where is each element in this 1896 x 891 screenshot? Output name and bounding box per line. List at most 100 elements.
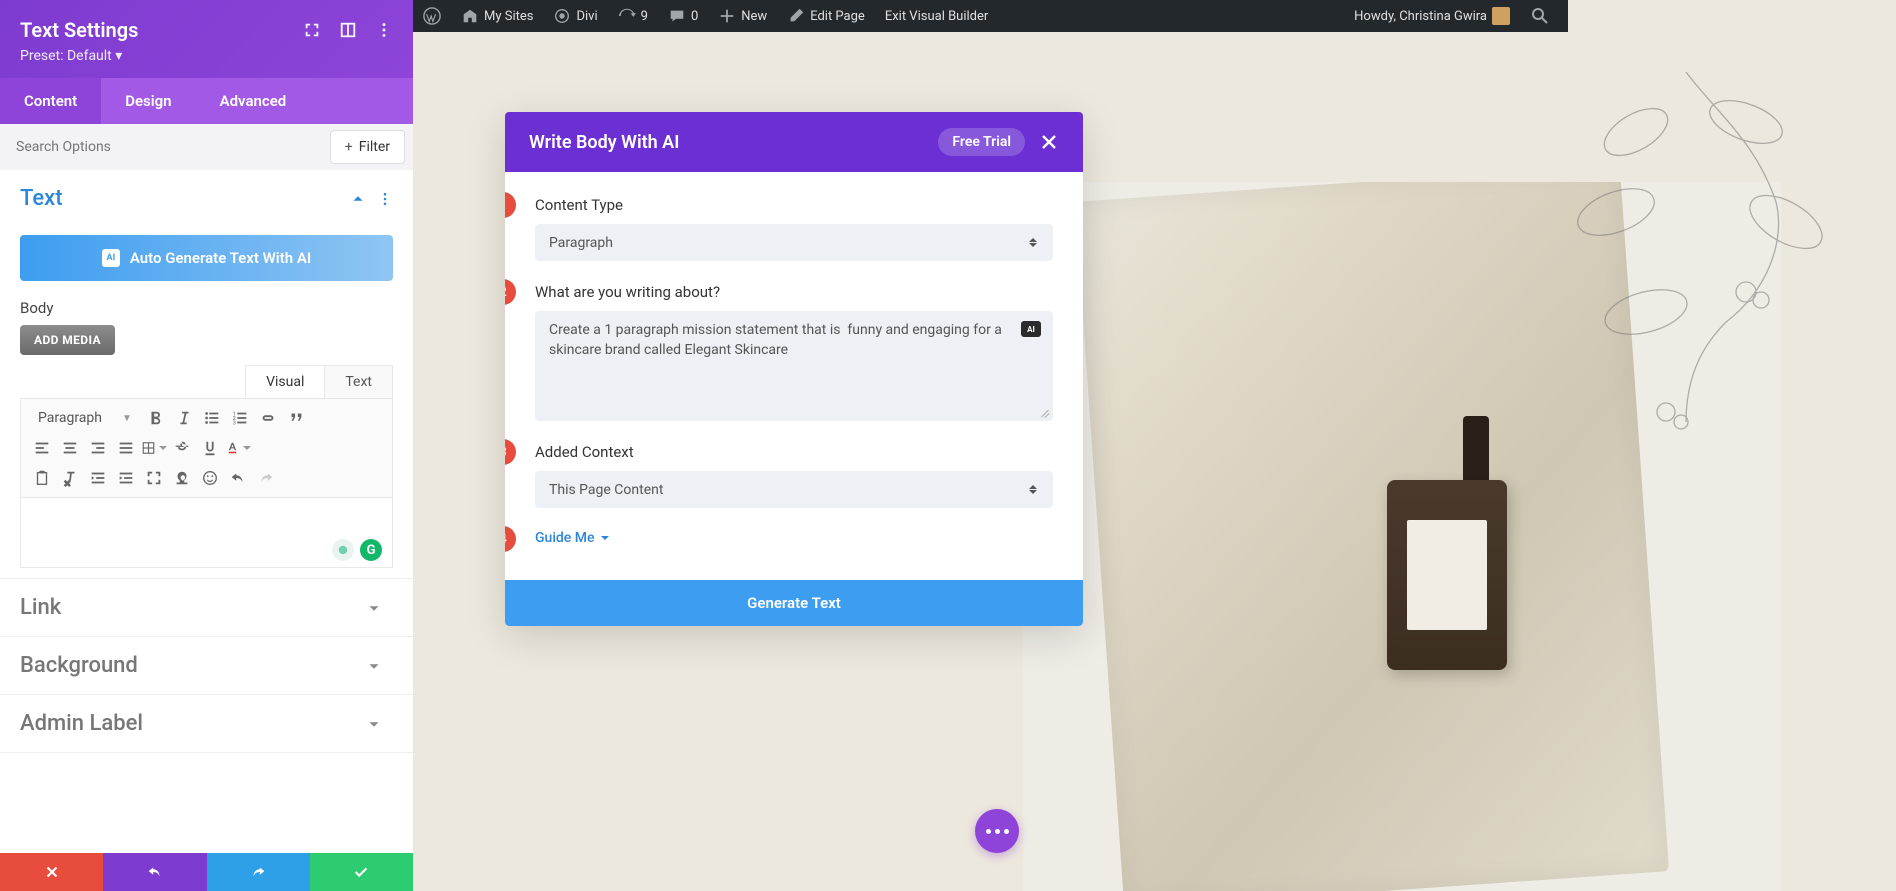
- about-label: What are you writing about?: [535, 283, 1053, 301]
- dot-icon: [986, 829, 991, 834]
- write-with-ai-modal: Write Body With AI Free Trial 1 Content …: [505, 112, 1083, 626]
- format-select[interactable]: Paragraph▼: [29, 405, 141, 431]
- format-value: Paragraph: [38, 410, 102, 426]
- rich-text-toolbar: Paragraph▼ 123: [20, 398, 393, 498]
- editor-tab-visual[interactable]: Visual: [245, 365, 325, 398]
- tab-design[interactable]: Design: [101, 78, 195, 124]
- wp-my-sites-label: My Sites: [484, 9, 533, 24]
- strikethrough-button[interactable]: [169, 435, 195, 461]
- emoji-button[interactable]: [197, 465, 223, 491]
- filter-label: Filter: [359, 139, 390, 155]
- body-editor[interactable]: G: [20, 498, 393, 568]
- about-textarea[interactable]: [549, 321, 1013, 407]
- select-arrows-icon: [1029, 234, 1039, 251]
- sidebar-title: Text Settings: [20, 18, 138, 42]
- indent-button[interactable]: [113, 465, 139, 491]
- auto-generate-ai-button[interactable]: AI Auto Generate Text With AI: [20, 235, 393, 281]
- footer-actions: [0, 853, 413, 891]
- auto-gen-label: Auto Generate Text With AI: [130, 249, 311, 267]
- builder-fab[interactable]: [975, 809, 1019, 853]
- content-type-value: Paragraph: [549, 235, 1029, 251]
- generate-text-button[interactable]: Generate Text: [505, 580, 1083, 626]
- tab-content[interactable]: Content: [0, 78, 101, 124]
- guide-me-link[interactable]: Guide Me: [535, 530, 1053, 546]
- ul-button[interactable]: [199, 405, 225, 431]
- fullscreen-button[interactable]: [141, 465, 167, 491]
- bold-button[interactable]: [143, 405, 169, 431]
- wp-howdy-label: Howdy, Christina Gwira: [1354, 9, 1487, 24]
- save-button[interactable]: [310, 853, 413, 891]
- outdent-button[interactable]: [85, 465, 111, 491]
- align-right-button[interactable]: [85, 435, 111, 461]
- italic-button[interactable]: [171, 405, 197, 431]
- wp-my-sites[interactable]: My Sites: [451, 0, 543, 32]
- section-more-icon[interactable]: [377, 191, 393, 207]
- editor-tab-text[interactable]: Text: [325, 365, 393, 398]
- wp-edit-page[interactable]: Edit Page: [777, 0, 875, 32]
- wp-search[interactable]: [1520, 0, 1560, 32]
- underline-button[interactable]: [197, 435, 223, 461]
- quote-button[interactable]: [283, 405, 309, 431]
- chevron-down-icon: [365, 599, 383, 617]
- table-button[interactable]: [141, 435, 167, 461]
- assist-badge[interactable]: [332, 539, 354, 561]
- content-type-label: Content Type: [535, 196, 1053, 214]
- wp-howdy[interactable]: Howdy, Christina Gwira: [1344, 0, 1520, 32]
- wp-exit-builder[interactable]: Exit Visual Builder: [875, 0, 998, 32]
- resize-handle[interactable]: [1039, 407, 1049, 417]
- filter-button[interactable]: +Filter: [330, 130, 405, 164]
- link-button[interactable]: [255, 405, 281, 431]
- text-color-button[interactable]: [225, 435, 251, 461]
- search-options-input[interactable]: [0, 125, 322, 169]
- align-center-button[interactable]: [57, 435, 83, 461]
- wp-new[interactable]: New: [708, 0, 777, 32]
- add-media-button[interactable]: ADD MEDIA: [20, 325, 115, 355]
- more-icon[interactable]: [375, 21, 393, 39]
- paste-button[interactable]: [29, 465, 55, 491]
- grammarly-badge[interactable]: G: [360, 539, 382, 561]
- align-left-button[interactable]: [29, 435, 55, 461]
- settings-sidebar: Text Settings Preset: Default ▾ Content …: [0, 0, 413, 891]
- chevron-down-icon: [365, 657, 383, 675]
- wp-new-label: New: [741, 9, 767, 24]
- guide-me-label: Guide Me: [535, 530, 595, 546]
- columns-icon[interactable]: [339, 21, 357, 39]
- special-char-button[interactable]: [169, 465, 195, 491]
- step-1-badge: 1: [505, 192, 516, 218]
- section-admin-header[interactable]: Admin Label: [0, 695, 413, 752]
- sidebar-header: Text Settings Preset: Default ▾: [0, 0, 413, 78]
- section-link-header[interactable]: Link: [0, 579, 413, 636]
- svg-text:3: 3: [233, 420, 236, 426]
- redo-button[interactable]: [253, 465, 279, 491]
- search-icon: [1530, 6, 1550, 26]
- undo-button[interactable]: [225, 465, 251, 491]
- chevron-up-icon: [349, 190, 367, 208]
- clear-format-button[interactable]: [57, 465, 83, 491]
- wp-site-label: Divi: [576, 9, 597, 24]
- wp-updates[interactable]: 9: [608, 0, 658, 32]
- wp-logo[interactable]: [413, 0, 451, 32]
- wp-site-name[interactable]: Divi: [543, 0, 607, 32]
- ai-chip-icon[interactable]: AI: [1021, 321, 1041, 337]
- context-select[interactable]: This Page Content: [535, 471, 1053, 508]
- preset-select[interactable]: Preset: Default ▾: [20, 48, 393, 64]
- dot-icon: [995, 829, 1000, 834]
- close-icon[interactable]: [1039, 132, 1059, 152]
- wp-comments[interactable]: 0: [658, 0, 708, 32]
- section-background-header[interactable]: Background: [0, 637, 413, 694]
- cancel-button[interactable]: [0, 853, 103, 891]
- align-justify-button[interactable]: [113, 435, 139, 461]
- body-label: Body: [0, 299, 413, 325]
- section-title-bg: Background: [20, 653, 365, 678]
- wp-comments-count: 0: [691, 9, 698, 24]
- context-value: This Page Content: [549, 482, 1029, 498]
- free-trial-badge[interactable]: Free Trial: [938, 128, 1025, 156]
- undo-footer-button[interactable]: [103, 853, 206, 891]
- content-type-select[interactable]: Paragraph: [535, 224, 1053, 261]
- wp-exit-label: Exit Visual Builder: [885, 9, 988, 24]
- tab-advanced[interactable]: Advanced: [196, 78, 311, 124]
- section-text-header[interactable]: Text: [0, 170, 413, 227]
- expand-icon[interactable]: [303, 21, 321, 39]
- redo-footer-button[interactable]: [207, 853, 310, 891]
- ol-button[interactable]: 123: [227, 405, 253, 431]
